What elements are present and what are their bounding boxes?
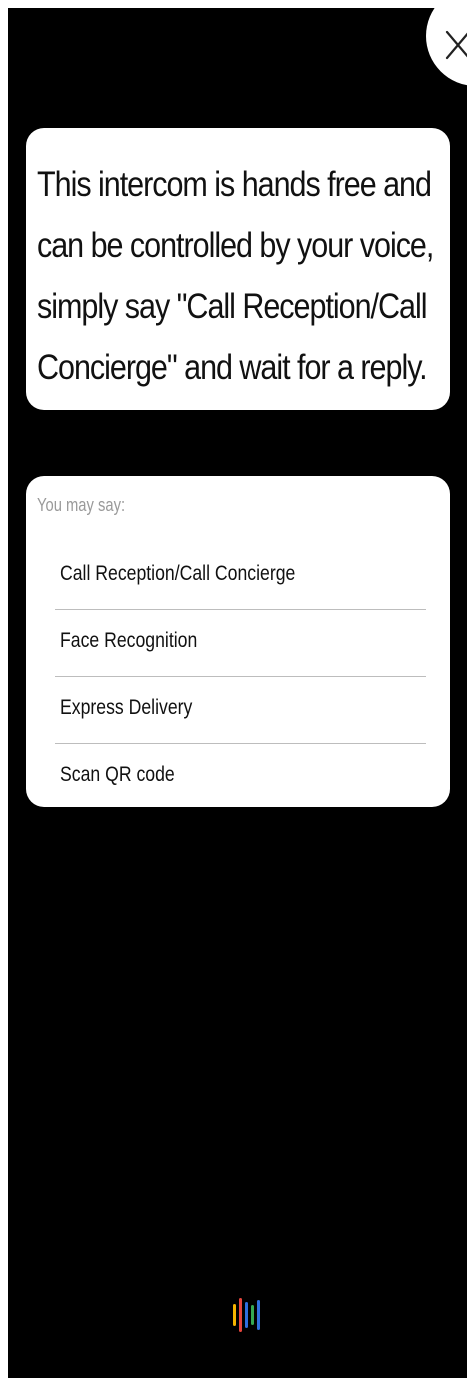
suggestion-label: Express Delivery — [60, 696, 193, 719]
waveform-bar — [251, 1305, 254, 1325]
suggestions-card: You may say: Call Reception/Call Concier… — [26, 476, 450, 807]
suggestions-label: You may say: — [37, 495, 126, 515]
suggestion-face-recognition[interactable]: Face Recognition — [55, 610, 426, 677]
waveform-bar — [233, 1304, 236, 1326]
suggestion-scan-qr-code[interactable]: Scan QR code — [55, 744, 426, 811]
intro-card: This intercom is hands free and can be c… — [26, 128, 450, 410]
suggestion-label: Scan QR code — [60, 763, 175, 786]
suggestions-list: Call Reception/Call Concierge Face Recog… — [55, 543, 426, 811]
voice-waveform-icon — [233, 1298, 260, 1332]
suggestion-call-reception[interactable]: Call Reception/Call Concierge — [55, 543, 426, 610]
waveform-bar — [257, 1300, 260, 1330]
suggestion-label: Face Recognition — [60, 629, 198, 652]
suggestion-label: Call Reception/Call Concierge — [60, 562, 296, 585]
suggestion-express-delivery[interactable]: Express Delivery — [55, 677, 426, 744]
intercom-screen: This intercom is hands free and can be c… — [8, 8, 467, 1378]
intro-text: This intercom is hands free and can be c… — [37, 164, 434, 387]
waveform-bar — [245, 1302, 248, 1328]
close-icon — [445, 30, 467, 60]
waveform-bar — [239, 1298, 242, 1332]
close-button[interactable] — [426, 8, 467, 86]
